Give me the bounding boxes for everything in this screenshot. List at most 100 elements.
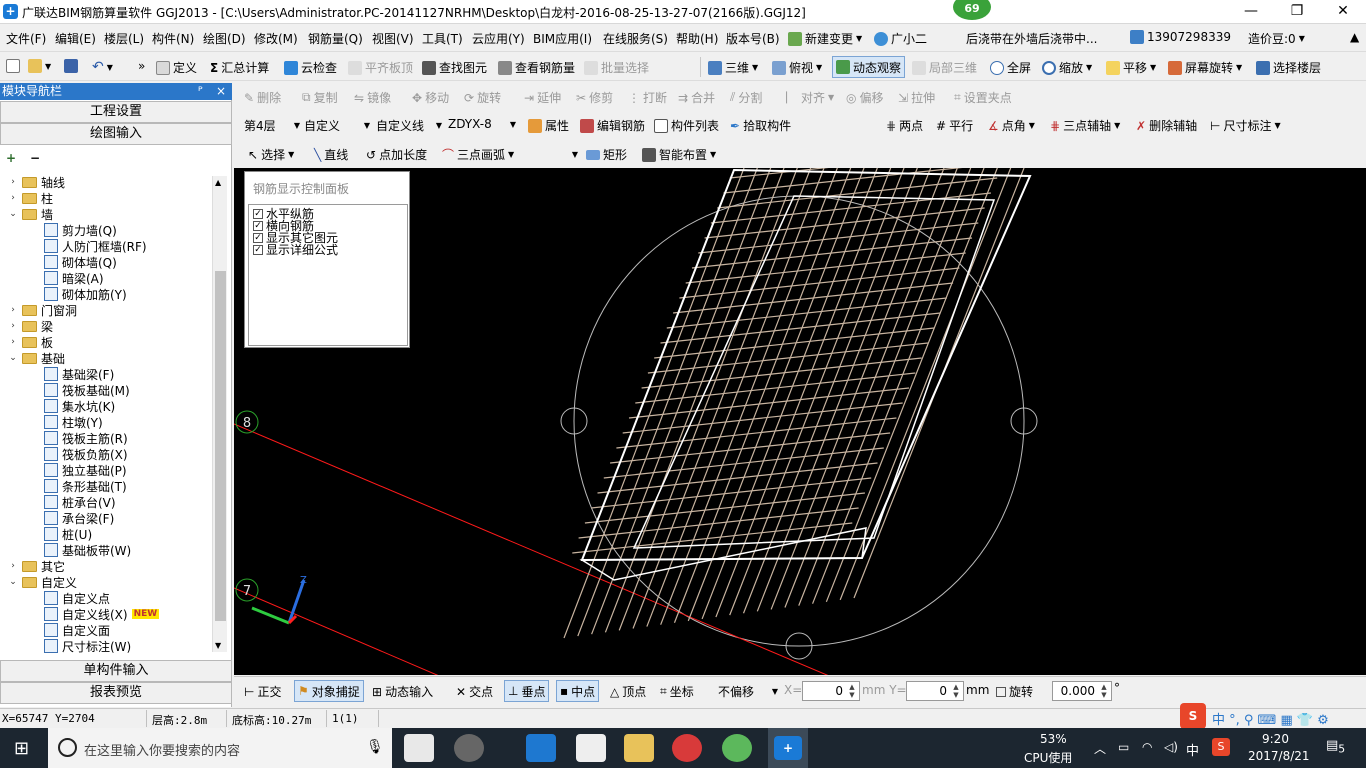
volume-icon[interactable]: ◁) <box>1164 740 1178 754</box>
select-button[interactable]: ↖ 选择 ▼ <box>248 146 294 163</box>
vertex-snap[interactable]: △ 顶点 <box>610 683 646 700</box>
scroll-up-icon[interactable]: ▲ <box>215 178 221 187</box>
menu-edit[interactable]: 编辑(E) <box>55 30 96 47</box>
tree-item[interactable]: 基础梁(F) <box>44 366 114 382</box>
merge-button[interactable]: ⇉ 合并 <box>678 89 715 106</box>
offset-mode-select[interactable]: 不偏移 ▼ <box>718 683 778 700</box>
menu-file[interactable]: 文件(F) <box>6 30 46 47</box>
batch-select-button[interactable]: 批量选择 <box>584 59 649 76</box>
rotate-button[interactable]: ⟳ 旋转 <box>464 89 501 106</box>
perpendicular-snap[interactable]: ⊥ 垂点 <box>504 680 550 702</box>
tree-item[interactable]: 独立基础(P) <box>44 462 127 478</box>
point-angle-button[interactable]: ∡ 点角 ▼ <box>988 117 1035 134</box>
menu-draw[interactable]: 绘图(D) <box>203 30 246 47</box>
ime-toolbar[interactable]: 中 °, ⚲ ⌨ ▦ 👕 ⚙ <box>1212 709 1329 728</box>
component-list-button[interactable]: 构件列表 <box>654 117 719 134</box>
app-red-icon[interactable] <box>672 734 702 762</box>
taskbar-search[interactable]: 在这里输入你要搜索的内容 🎙 <box>48 728 392 768</box>
undo-icon[interactable]: ↶ ▼ <box>92 59 113 75</box>
checkbox[interactable]: ✓ <box>253 209 263 219</box>
coordinate-snap[interactable]: ⌗ 坐标 <box>660 683 694 700</box>
option-show-formula[interactable]: ✓ 显示详细公式 <box>253 244 338 256</box>
align-slab-top-button[interactable]: 平齐板顶 <box>348 59 413 76</box>
notification-center-icon[interactable]: ▤5 <box>1326 738 1345 756</box>
dimension-button[interactable]: ⊢ 尺寸标注 ▼ <box>1210 117 1281 134</box>
type-select[interactable]: 自定义线 ▼ <box>376 117 442 134</box>
rotate-checkbox[interactable]: 旋转 <box>996 683 1033 700</box>
parallel-button[interactable]: # 平行 <box>936 117 973 134</box>
tree-item[interactable]: 尺寸标注(W) <box>44 638 131 654</box>
split-button[interactable]: ⫽ 分割 <box>730 89 762 106</box>
tree-item[interactable]: 自定义点 <box>44 590 110 606</box>
find-element-button[interactable]: 查找图元 <box>422 59 487 76</box>
ortho-button[interactable]: ⊢ 正交 <box>244 683 281 700</box>
taskview-icon[interactable] <box>404 734 434 762</box>
tree-item[interactable]: 柱墩(Y) <box>44 414 103 430</box>
wifi-icon[interactable]: ◠ <box>1142 740 1152 754</box>
menu-bim[interactable]: BIM应用(I) <box>533 30 592 47</box>
category-select[interactable]: 自定义 ▼ <box>304 117 370 134</box>
delete-button[interactable]: ✎ 删除 <box>244 89 281 106</box>
expand-arrow-icon[interactable]: › <box>8 561 18 571</box>
summary-calc-button[interactable]: Σ 汇总计算 <box>210 59 269 76</box>
tree-item[interactable]: 人防门框墙(RF) <box>44 238 147 254</box>
expand-arrow-icon[interactable]: › <box>8 337 18 347</box>
tree-item[interactable]: 自定义面 <box>44 622 110 638</box>
tree-item[interactable]: › 其它 <box>8 558 65 574</box>
checkbox[interactable]: ✓ <box>253 245 263 255</box>
collapse-arrow-icon[interactable]: ⌄ <box>8 209 18 219</box>
edge-icon[interactable] <box>526 734 556 762</box>
menu-cloud[interactable]: 云应用(Y) <box>472 30 525 47</box>
set-grip-button[interactable]: ⌗ 设置夹点 <box>954 89 1012 106</box>
collapse-arrow-icon[interactable]: ⌄ <box>8 577 18 587</box>
pick-component-button[interactable]: ✒ 拾取构件 <box>730 117 791 134</box>
tree-item[interactable]: ⌄ 自定义 <box>8 574 77 590</box>
close-icon[interactable]: × <box>216 83 226 100</box>
menu-tools[interactable]: 工具(T) <box>422 30 463 47</box>
delete-axis-button[interactable]: ✗ 删除辅轴 <box>1136 117 1197 134</box>
tree-item[interactable]: › 柱 <box>8 190 53 206</box>
drawing-input-button[interactable]: 绘图输入 <box>0 123 232 145</box>
new-file-icon[interactable] <box>6 59 20 73</box>
tree-item[interactable]: 剪力墙(Q) <box>44 222 117 238</box>
clock-time[interactable]: 9:20 <box>1262 732 1289 746</box>
cloud-check-button[interactable]: 云检查 <box>284 59 337 76</box>
tree-item[interactable]: 筏板负筋(X) <box>44 446 128 462</box>
floor-select[interactable]: 第4层 ▼ <box>244 117 300 134</box>
tree-item[interactable]: 暗梁(A) <box>44 270 104 286</box>
stretch-button[interactable]: ⇲ 拉伸 <box>898 89 935 106</box>
offset-button[interactable]: ◎ 偏移 <box>846 89 884 106</box>
y-input[interactable]: 0 ▲ ▼ <box>906 681 964 701</box>
trim-button[interactable]: ✂ 修剪 <box>576 89 613 106</box>
smart-layout-button[interactable]: 智能布置 ▼ <box>642 146 716 163</box>
fullscreen-button[interactable]: 全屏 <box>990 59 1031 76</box>
tree-item[interactable]: 自定义线(X) NEW <box>44 606 160 622</box>
collapse-all-icon[interactable]: − <box>30 150 40 166</box>
menu-modify[interactable]: 修改(M) <box>254 30 298 47</box>
screen-rotate-button[interactable]: 屏幕旋转 ▼ <box>1168 59 1242 76</box>
ime-indicator[interactable]: 中 <box>1186 740 1199 759</box>
extend-button[interactable]: ⇥ 延伸 <box>524 89 561 106</box>
line-button[interactable]: ╲ 直线 <box>314 146 348 163</box>
spin-icon[interactable]: ▲ ▼ <box>1098 683 1110 699</box>
drawing-canvas[interactable]: 8 7 Z 钢筋显示控制面板 ✓ 水平纵筋 ✓ 横向钢筋 ✓ 显示其它图元 ✓ 显示详细… <box>234 168 1366 675</box>
minimize-button[interactable]: — <box>1228 0 1274 24</box>
new-change-button[interactable]: 新建变更 ▼ <box>788 30 862 47</box>
file-explorer-icon[interactable] <box>624 734 654 762</box>
pin-icon[interactable]: ᴾ <box>198 83 203 100</box>
partial-3d-button[interactable]: 局部三维 <box>912 59 977 76</box>
object-snap-button[interactable]: ⚑ 对象捕捉 <box>294 680 364 702</box>
toolbar-more-icon[interactable]: » <box>138 59 145 73</box>
store-icon[interactable] <box>576 734 606 762</box>
three-point-arc-button[interactable]: ⌒ 三点画弧 ▼ <box>442 146 514 163</box>
restore-button[interactable]: ❐ <box>1274 0 1320 24</box>
align-button[interactable]: ⎸ 对齐 ▼ <box>786 89 834 106</box>
network-icon[interactable]: ▭ <box>1118 740 1129 754</box>
sogou-ime-icon[interactable]: S <box>1180 703 1206 729</box>
app-green-icon[interactable] <box>722 734 752 762</box>
three-point-axis-button[interactable]: ⋕ 三点辅轴 ▼ <box>1050 117 1120 134</box>
expand-arrow-icon[interactable]: › <box>8 177 18 187</box>
three-d-button[interactable]: 三维 ▼ <box>708 59 758 76</box>
top-view-button[interactable]: 俯视 ▼ <box>772 59 822 76</box>
nav-scrollbar[interactable]: ▲ ▼ <box>212 176 227 652</box>
